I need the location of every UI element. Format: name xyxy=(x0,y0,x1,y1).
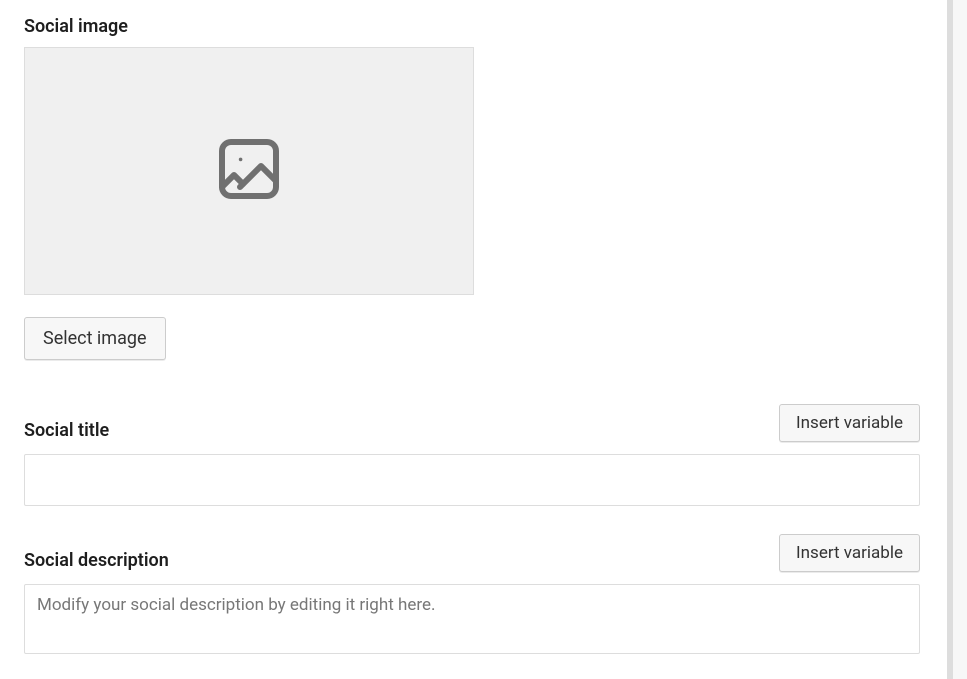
image-placeholder-icon xyxy=(213,133,285,209)
insert-variable-description-button[interactable]: Insert variable xyxy=(779,534,920,572)
social-title-section: Social title Insert variable xyxy=(24,404,920,506)
scrollbar-track[interactable] xyxy=(953,0,967,679)
social-description-label: Social description xyxy=(24,550,169,571)
social-title-header: Social title Insert variable xyxy=(24,404,920,442)
social-description-header: Social description Insert variable xyxy=(24,534,920,572)
insert-variable-title-button[interactable]: Insert variable xyxy=(779,404,920,442)
social-description-section: Social description Insert variable xyxy=(24,534,920,658)
social-description-input[interactable] xyxy=(24,584,920,654)
social-settings-panel: Social image Select image Social title I… xyxy=(0,0,944,674)
select-image-button[interactable]: Select image xyxy=(24,317,166,360)
social-title-input[interactable] xyxy=(24,454,920,506)
social-title-label: Social title xyxy=(24,420,109,441)
social-image-label: Social image xyxy=(24,16,920,37)
social-image-preview[interactable] xyxy=(24,47,474,295)
social-image-section: Social image Select image xyxy=(24,16,920,360)
